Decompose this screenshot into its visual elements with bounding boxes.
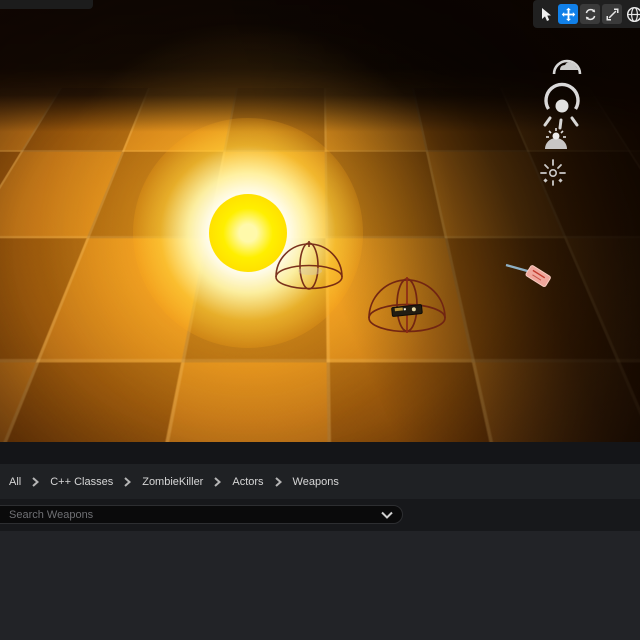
breadcrumb-item-actors[interactable]: Actors	[228, 473, 267, 491]
sparkle-icon[interactable]	[538, 158, 568, 188]
cloud-dome-icon[interactable]	[550, 50, 584, 78]
globe-icon	[626, 6, 640, 22]
chevron-right-icon	[124, 476, 132, 487]
pickup-sphere-left[interactable]	[275, 241, 343, 290]
transform-toolbar	[533, 0, 640, 28]
light-rays-icon[interactable]	[541, 78, 583, 132]
chevron-down-icon[interactable]	[381, 511, 393, 519]
search-pill[interactable]	[0, 505, 403, 524]
scale-tool-button[interactable]	[602, 4, 622, 24]
level-viewport[interactable]	[0, 0, 640, 442]
scene-overlay	[275, 241, 551, 333]
content-browser-panel: All C++ Classes ZombieKiller Actors Weap…	[0, 442, 640, 640]
left-pickup-smudge	[298, 267, 322, 275]
unreal-editor-window: All C++ Classes ZombieKiller Actors Weap…	[0, 0, 640, 640]
chevron-right-icon	[274, 476, 282, 487]
search-input[interactable]	[0, 508, 381, 521]
breadcrumb-item-all[interactable]: All	[5, 473, 25, 491]
select-tool-button[interactable]	[536, 4, 556, 24]
tab-stub	[0, 0, 93, 9]
translate-tool-button[interactable]	[558, 4, 578, 24]
rotate-icon	[585, 8, 595, 20]
breadcrumb-item-cpp-classes[interactable]: C++ Classes	[46, 473, 117, 491]
dome-sun-icon[interactable]	[542, 127, 570, 151]
coordinate-space-button[interactable]	[624, 4, 640, 24]
chevron-right-icon	[32, 476, 40, 487]
scale-icon	[606, 8, 618, 20]
search-row	[0, 499, 640, 531]
rifle-pickup[interactable]	[505, 263, 551, 287]
chevron-right-icon	[214, 476, 222, 487]
cursor-icon	[542, 7, 551, 21]
move-icon	[561, 7, 575, 21]
breadcrumb: All C++ Classes ZombieKiller Actors Weap…	[0, 464, 640, 499]
asset-area[interactable]	[0, 531, 640, 640]
pickup-sphere-right[interactable]	[368, 277, 446, 333]
breadcrumb-item-zombiekiller[interactable]: ZombieKiller	[138, 473, 207, 491]
content-browser-header-strip	[0, 442, 640, 464]
breadcrumb-item-weapons[interactable]: Weapons	[289, 473, 343, 491]
rotate-tool-button[interactable]	[580, 4, 600, 24]
